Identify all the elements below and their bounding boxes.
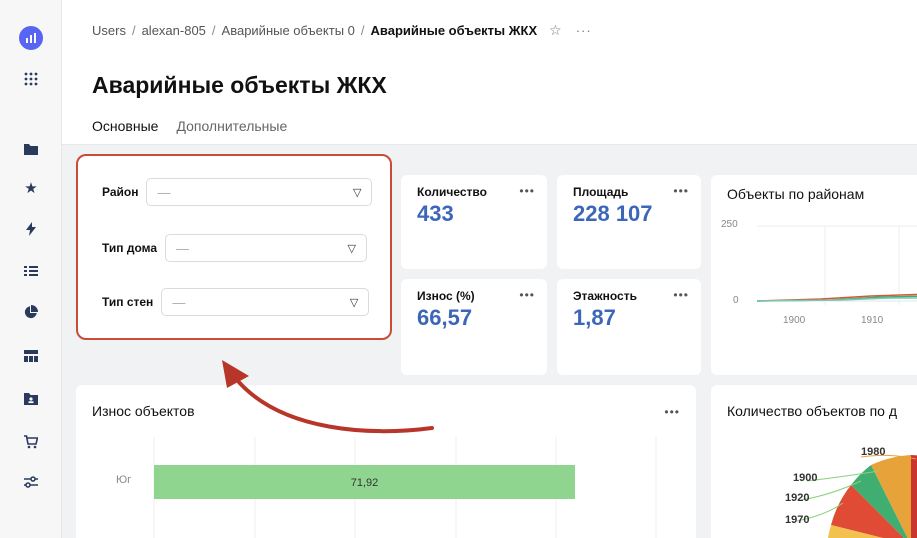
breadcrumb: Users / alexan-805/Аварийные объекты 0/Ава… — [92, 22, 592, 38]
kpi-label: Площадь — [573, 185, 629, 199]
pie-chart-plot: 1980 1900 1920 1970 — [785, 446, 917, 538]
kpi-label: Количество — [417, 185, 487, 199]
kpi-count-card: Количество ••• 433 — [401, 175, 547, 269]
chevron-down-icon: ▽ — [347, 242, 357, 255]
district-chart-card: Объекты по районам 250 0 1900 1910 — [711, 175, 917, 375]
dashboard-canvas: Район — ▽ Тип дома — ▽ Тип стен — ▽ Коли… — [62, 145, 917, 538]
select-value: — — [176, 240, 190, 256]
kpi-value: 228 107 — [573, 201, 653, 226]
pie-label: 1980 — [861, 446, 885, 458]
kpi-value: 433 — [417, 201, 454, 226]
district-select[interactable]: — ▽ — [146, 178, 373, 206]
pie-label: 1900 — [793, 472, 817, 484]
breadcrumb-current: Аварийные объекты ЖКХ — [370, 23, 538, 38]
kpi-label: Этажность — [573, 289, 637, 303]
cart-icon[interactable] — [22, 433, 40, 451]
house-type-select[interactable]: — ▽ — [165, 234, 368, 262]
tab-main[interactable]: Основные — [92, 118, 159, 146]
bar-chart-plot: Юг 71,92 — [116, 437, 657, 538]
filter-label: Тип дома — [102, 241, 158, 255]
kpi-floors-card: Этажность ••• 1,87 — [557, 279, 701, 375]
page-title: Аварийные объекты ЖКХ — [92, 72, 387, 98]
kpi-value: 1,87 — [573, 305, 616, 330]
pie-label: 1920 — [785, 492, 809, 504]
more-icon[interactable]: ••• — [519, 184, 535, 198]
filter-label: Тип стен — [102, 295, 154, 309]
select-value: — — [157, 184, 171, 200]
settings-sliders-icon[interactable] — [22, 473, 40, 491]
chevron-down-icon: ▽ — [349, 296, 359, 309]
left-rail: ★ — [0, 0, 62, 538]
folder-user-icon[interactable] — [22, 390, 40, 408]
app-logo-icon[interactable] — [19, 26, 43, 50]
tab-bar: Основные Дополнительные — [92, 118, 287, 146]
chevron-down-icon: ▽ — [353, 186, 362, 199]
bolt-icon[interactable] — [22, 220, 40, 238]
more-icon[interactable]: ••• — [519, 288, 535, 302]
wear-chart-card: Износ объектов ••• Юг 71,92 — [76, 385, 696, 538]
category-label: Юг — [116, 474, 131, 486]
tab-additional[interactable]: Дополнительные — [176, 118, 287, 146]
select-value: — — [172, 294, 186, 310]
kpi-value: 66,57 — [417, 305, 473, 330]
pie-label: 1970 — [785, 514, 809, 526]
pie-chart-icon[interactable] — [22, 303, 40, 321]
filter-district: Район — ▽ — [102, 178, 373, 206]
filter-wall-type: Тип стен — ▽ — [102, 288, 370, 316]
kpi-wear-card: Износ (%) ••• 66,57 — [401, 279, 547, 375]
filter-label: Район — [102, 185, 139, 199]
more-options-icon[interactable]: ··· — [576, 23, 592, 38]
bar-value-label: 71,92 — [351, 477, 379, 489]
folder-icon[interactable] — [22, 140, 40, 158]
breadcrumb-item[interactable]: alexan-805 — [142, 23, 206, 38]
pie-chart-card: Количество объектов по д 1980 1900 1920 197… — [711, 385, 917, 538]
more-icon[interactable]: ••• — [673, 288, 689, 302]
dashboard-icon[interactable] — [22, 347, 40, 365]
kpi-label: Износ (%) — [417, 289, 475, 303]
more-icon[interactable]: ••• — [673, 184, 689, 198]
apps-grid-icon[interactable] — [22, 70, 40, 88]
main-area: Users / alexan-805/Аварийные объекты 0/Ава… — [62, 0, 917, 538]
list-icon[interactable] — [22, 262, 40, 280]
filters-panel: Район — ▽ Тип дома — ▽ Тип стен — ▽ — [76, 154, 392, 340]
star-icon[interactable]: ★ — [22, 179, 40, 197]
wall-type-select[interactable]: — ▽ — [161, 288, 370, 316]
breadcrumb-item[interactable]: Users — [92, 23, 126, 38]
filter-house-type: Тип дома — ▽ — [102, 234, 368, 262]
breadcrumb-item[interactable]: Аварийные объекты 0 — [222, 23, 355, 38]
line-chart-plot — [756, 225, 917, 305]
star-outline-icon[interactable]: ☆ — [549, 22, 562, 38]
pie-slice — [911, 455, 917, 538]
kpi-area-card: Площадь ••• 228 107 — [557, 175, 701, 269]
